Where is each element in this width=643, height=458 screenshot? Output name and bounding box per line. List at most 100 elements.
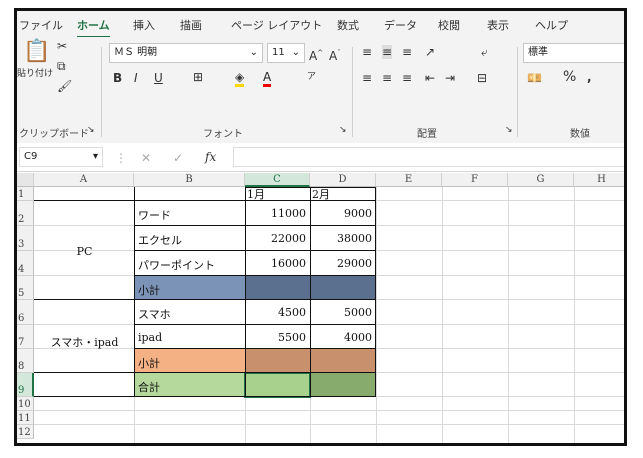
row-header[interactable]: 1 bbox=[17, 187, 34, 201]
font-size-value: 11 bbox=[272, 47, 285, 58]
ribbon-separator bbox=[352, 47, 353, 137]
column-header-h[interactable]: H bbox=[574, 173, 624, 187]
increase-font-icon[interactable]: A^ bbox=[309, 46, 323, 63]
cancel-icon[interactable]: ✕ bbox=[141, 151, 151, 165]
subtotal2-label[interactable]: 小計 bbox=[138, 355, 160, 371]
tab-home[interactable]: ホーム bbox=[77, 17, 110, 38]
decrease-indent-icon[interactable]: ⇤ bbox=[425, 71, 435, 85]
row-header[interactable]: 6 bbox=[17, 300, 34, 325]
cut-icon[interactable]: ✂ bbox=[57, 39, 67, 53]
percent-button[interactable]: % bbox=[563, 70, 576, 84]
smartphone-label[interactable]: スマホ bbox=[138, 306, 171, 322]
tab-review[interactable]: 校閲 bbox=[438, 17, 460, 33]
powerpoint-jan[interactable]: 16000 bbox=[245, 257, 306, 270]
row-header[interactable]: 9 bbox=[17, 373, 34, 397]
row-header[interactable]: 4 bbox=[17, 251, 34, 276]
wrap-text-icon[interactable]: ⤶ bbox=[481, 45, 488, 59]
insert-function-button[interactable]: fx bbox=[205, 150, 216, 164]
group-smartphone-label[interactable]: スマホ・ipad bbox=[35, 334, 134, 350]
orientation-icon[interactable]: ↗ bbox=[425, 45, 435, 59]
alignment-launcher-icon[interactable]: ↘ bbox=[505, 123, 513, 137]
comma-style-icon[interactable]: , bbox=[587, 70, 592, 84]
row-header[interactable]: 12 bbox=[17, 425, 34, 439]
row-header[interactable]: 7 bbox=[17, 325, 34, 349]
align-center-icon[interactable]: ≡ bbox=[382, 71, 392, 85]
enter-icon[interactable]: ✓ bbox=[173, 151, 183, 165]
subtotal1-label[interactable]: 小計 bbox=[138, 282, 160, 298]
phonetic-icon[interactable]: ア bbox=[307, 70, 316, 84]
tab-formulas[interactable]: 数式 bbox=[337, 17, 359, 33]
total-cell-d[interactable] bbox=[310, 373, 376, 397]
row-header[interactable]: 3 bbox=[17, 226, 34, 251]
row-header[interactable]: 11 bbox=[17, 411, 34, 425]
ipad-jan[interactable]: 5500 bbox=[245, 331, 306, 344]
bold-button[interactable]: B bbox=[113, 71, 122, 85]
chevron-down-icon: ▾ bbox=[92, 151, 98, 162]
excel-label[interactable]: エクセル bbox=[138, 232, 182, 248]
tab-page-layout[interactable]: ページ レイアウト bbox=[231, 17, 322, 33]
column-header-e[interactable]: E bbox=[376, 173, 442, 187]
tab-file[interactable]: ファイル bbox=[19, 17, 63, 33]
formula-input[interactable] bbox=[233, 147, 624, 167]
word-label[interactable]: ワード bbox=[138, 207, 171, 223]
currency-icon[interactable]: 💴 bbox=[527, 71, 542, 85]
word-feb[interactable]: 9000 bbox=[310, 207, 372, 220]
tab-help[interactable]: ヘルプ bbox=[535, 17, 568, 33]
font-name-select[interactable]: ＭＳ 明朝 ⌄ bbox=[109, 43, 263, 63]
align-right-icon[interactable]: ≡ bbox=[402, 71, 412, 85]
merge-center-icon[interactable]: ⊟ bbox=[477, 71, 487, 85]
clipboard-launcher-icon[interactable]: ↘ bbox=[87, 123, 95, 137]
column-header-a[interactable]: A bbox=[34, 173, 134, 187]
copy-icon[interactable]: ⧉ bbox=[57, 59, 66, 73]
column-header-b[interactable]: B bbox=[134, 173, 245, 187]
word-jan[interactable]: 11000 bbox=[245, 207, 306, 220]
paste-icon[interactable]: 📋 bbox=[23, 39, 50, 65]
total-label[interactable]: 合計 bbox=[138, 379, 160, 395]
formula-bar: C9 ▾ ⋮ ✕ ✓ fx bbox=[17, 143, 624, 172]
align-top-icon[interactable]: ≡ bbox=[362, 45, 372, 59]
select-all-corner[interactable] bbox=[17, 173, 34, 187]
ribbon-tabs: ファイル ホーム 挿入 描画 ページ レイアウト 数式 データ 校閲 表示 ヘル… bbox=[17, 11, 624, 38]
format-painter-icon[interactable]: 🖌 bbox=[57, 79, 72, 93]
excel-feb[interactable]: 38000 bbox=[310, 232, 372, 245]
paste-button[interactable]: 貼り付け bbox=[17, 67, 53, 81]
align-middle-icon[interactable]: ≡ bbox=[382, 45, 393, 59]
alignment-group-label: 配置 bbox=[417, 129, 437, 140]
worksheet-grid[interactable]: A B C D E F G H 1 2 3 4 5 6 7 8 9 10 11 … bbox=[17, 173, 624, 443]
smartphone-feb[interactable]: 5000 bbox=[310, 306, 372, 319]
excel-jan[interactable]: 22000 bbox=[245, 232, 306, 245]
row-header[interactable]: 2 bbox=[17, 201, 34, 226]
number-format-select[interactable]: 標準 bbox=[523, 43, 624, 63]
tab-view[interactable]: 表示 bbox=[487, 17, 509, 33]
column-header-f[interactable]: F bbox=[442, 173, 508, 187]
column-header-g[interactable]: G bbox=[508, 173, 574, 187]
decrease-font-icon[interactable]: Aˇ bbox=[329, 46, 341, 63]
powerpoint-feb[interactable]: 29000 bbox=[310, 257, 372, 270]
row-header[interactable]: 5 bbox=[17, 276, 34, 300]
column-header-c[interactable]: C bbox=[245, 173, 310, 187]
ipad-feb[interactable]: 4000 bbox=[310, 331, 372, 344]
font-size-select[interactable]: 11 ⌄ bbox=[267, 43, 305, 63]
group-pc-label[interactable]: PC bbox=[35, 245, 134, 258]
fill-color-icon[interactable]: ◈ bbox=[235, 70, 245, 87]
underline-button[interactable]: U bbox=[154, 71, 163, 85]
tab-insert[interactable]: 挿入 bbox=[133, 17, 155, 33]
ipad-label[interactable]: ipad bbox=[138, 331, 162, 344]
excel-window: ファイル ホーム 挿入 描画 ページ レイアウト 数式 データ 校閲 表示 ヘル… bbox=[14, 8, 627, 446]
align-bottom-icon[interactable]: ≡ bbox=[402, 45, 412, 59]
increase-indent-icon[interactable]: ⇥ bbox=[445, 71, 455, 85]
borders-icon[interactable]: ⊞ bbox=[193, 70, 203, 84]
font-name-value: ＭＳ 明朝 bbox=[114, 47, 158, 58]
align-left-icon[interactable]: ≡ bbox=[362, 71, 372, 85]
font-color-icon[interactable]: A bbox=[263, 70, 272, 87]
smartphone-jan[interactable]: 4500 bbox=[245, 306, 306, 319]
column-header-d[interactable]: D bbox=[310, 173, 376, 187]
tab-draw[interactable]: 描画 bbox=[180, 17, 202, 33]
row-header[interactable]: 10 bbox=[17, 397, 34, 411]
italic-button[interactable]: I bbox=[134, 71, 138, 85]
name-box[interactable]: C9 ▾ bbox=[19, 147, 103, 167]
tab-data[interactable]: データ bbox=[384, 17, 417, 33]
font-launcher-icon[interactable]: ↘ bbox=[339, 123, 347, 137]
row-header[interactable]: 8 bbox=[17, 349, 34, 373]
powerpoint-label[interactable]: パワーポイント bbox=[138, 257, 215, 273]
